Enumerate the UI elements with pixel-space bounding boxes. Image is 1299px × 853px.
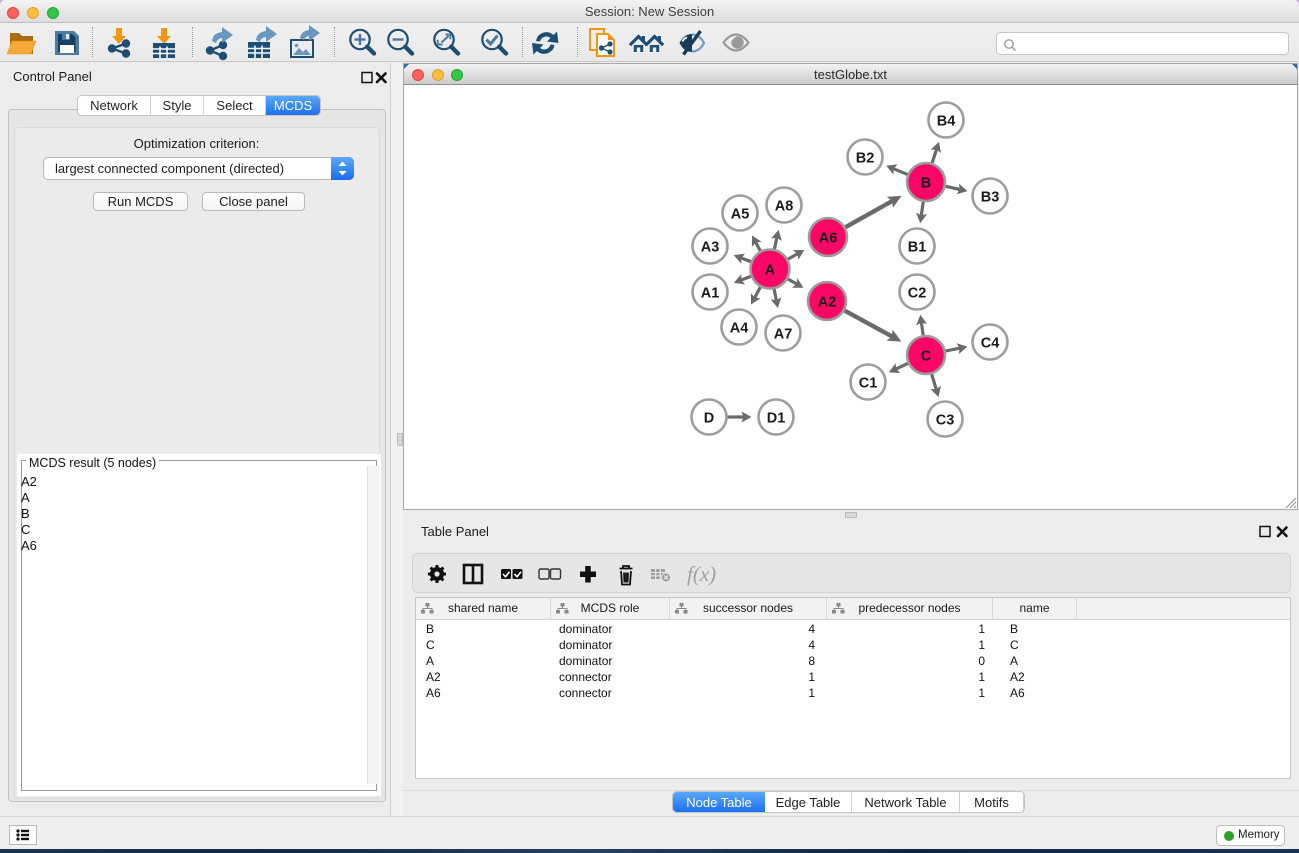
svg-text:A6: A6 [819, 231, 838, 247]
svg-text:A8: A8 [775, 199, 794, 215]
svg-text:A7: A7 [774, 327, 793, 343]
svg-text:C4: C4 [981, 336, 1000, 352]
svg-text:A2: A2 [818, 295, 837, 311]
svg-text:B3: B3 [981, 190, 1000, 206]
svg-text:A5: A5 [731, 207, 750, 223]
svg-text:A: A [765, 263, 776, 279]
svg-text:C2: C2 [908, 286, 927, 302]
svg-text:B: B [921, 176, 931, 192]
svg-text:B1: B1 [908, 240, 927, 256]
svg-text:B2: B2 [856, 151, 875, 167]
svg-text:D: D [704, 411, 714, 427]
svg-text:A4: A4 [730, 321, 749, 337]
svg-text:C1: C1 [859, 376, 878, 392]
svg-text:C3: C3 [936, 413, 955, 429]
svg-text:B4: B4 [937, 114, 956, 130]
svg-text:f(x): f(x) [687, 562, 716, 586]
svg-text:A3: A3 [701, 240, 720, 256]
svg-text:C: C [921, 349, 932, 365]
svg-text:D1: D1 [767, 411, 786, 427]
svg-text:A1: A1 [701, 286, 720, 302]
